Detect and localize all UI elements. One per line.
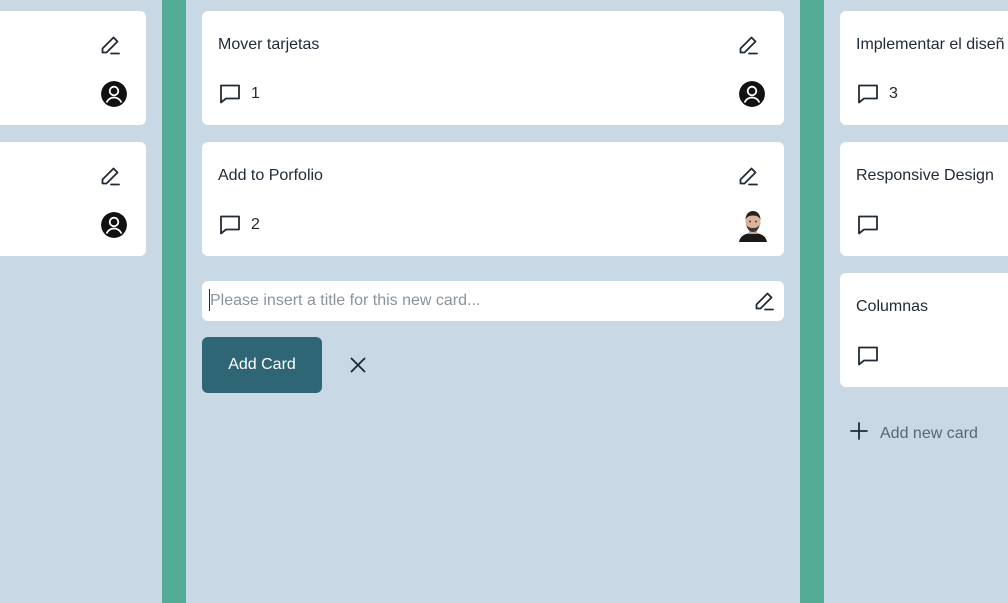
new-card-title-input[interactable] xyxy=(210,281,740,321)
column-divider xyxy=(800,0,824,603)
card-responsive-design[interactable]: Responsive Design xyxy=(840,142,1008,256)
edit-pencil-icon xyxy=(752,289,776,313)
comment-counter[interactable]: 3 xyxy=(856,82,898,106)
add-new-card-label: Add new card xyxy=(880,424,978,442)
edit-pencil-icon[interactable] xyxy=(736,164,760,188)
default-avatar-icon xyxy=(739,81,765,107)
card[interactable] xyxy=(0,11,146,125)
card-title: Add to Porfolio xyxy=(218,167,323,184)
comment-count: 2 xyxy=(251,216,260,233)
add-card-button[interactable]: Add Card xyxy=(202,337,322,393)
card-add-to-porfolio[interactable]: Add to Porfolio 2 xyxy=(202,142,784,256)
new-card-title-field[interactable] xyxy=(202,281,784,321)
default-avatar-icon xyxy=(101,212,127,238)
default-avatar-icon xyxy=(101,81,127,107)
plus-icon xyxy=(848,420,870,447)
card-implementar-el-diseno[interactable]: Implementar el diseñ 3 xyxy=(840,11,1008,125)
comment-counter[interactable] xyxy=(856,344,880,368)
edit-pencil-icon[interactable] xyxy=(98,33,122,57)
edit-pencil-icon[interactable] xyxy=(736,33,760,57)
text-caret xyxy=(209,289,210,311)
comment-count: 1 xyxy=(251,85,260,102)
comment-counter[interactable]: 2 xyxy=(218,213,260,237)
card-columnas[interactable]: Columnas xyxy=(840,273,1008,387)
close-icon[interactable] xyxy=(346,353,370,377)
kanban-board: Mover tarjetas 1 Add to Porfolio 2 Pleas… xyxy=(0,0,1008,603)
card-mover-tarjetas[interactable]: Mover tarjetas 1 xyxy=(202,11,784,125)
card-title: Responsive Design xyxy=(856,167,994,184)
card[interactable] xyxy=(0,142,146,256)
comment-icon xyxy=(856,82,880,106)
comment-counter[interactable]: 1 xyxy=(218,82,260,106)
card-title: Columnas xyxy=(856,298,929,315)
edit-pencil-icon[interactable] xyxy=(98,164,122,188)
comment-icon xyxy=(218,213,242,237)
card-title: Mover tarjetas xyxy=(218,36,320,53)
column-divider xyxy=(162,0,186,603)
user-photo-avatar-icon xyxy=(738,208,768,242)
card-title: Implementar el diseñ xyxy=(856,36,1005,53)
comment-icon xyxy=(856,213,880,237)
comment-icon xyxy=(218,82,242,106)
comment-counter[interactable] xyxy=(856,213,880,237)
comment-icon xyxy=(856,344,880,368)
comment-count: 3 xyxy=(889,85,898,102)
add-new-card-button[interactable]: Add new card xyxy=(848,420,978,447)
